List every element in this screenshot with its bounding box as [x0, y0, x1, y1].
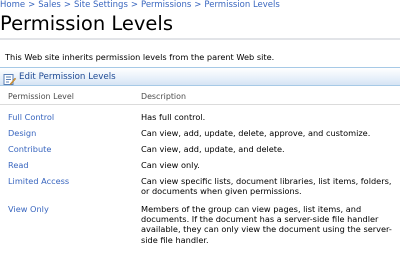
- permission-level-link[interactable]: Full Control: [8, 112, 54, 122]
- permission-description: Has full control.: [141, 112, 206, 122]
- edit-list-icon: [3, 71, 17, 86]
- permission-level-link[interactable]: View Only: [8, 204, 49, 214]
- breadcrumb-separator: >: [63, 0, 71, 10]
- table-header: Permission Level Description: [0, 88, 400, 105]
- edit-permission-levels-button[interactable]: Edit Permission Levels: [3, 71, 116, 86]
- column-header-description: Description: [141, 92, 186, 101]
- breadcrumb-current: Permission Levels: [204, 0, 280, 10]
- column-header-permission-level: Permission Level: [8, 92, 74, 101]
- permission-description: Can view only.: [141, 160, 200, 170]
- breadcrumb: Home > Sales > Site Settings > Permissions > Per…: [0, 0, 280, 11]
- permission-level-link[interactable]: Design: [8, 128, 36, 138]
- breadcrumb-site-settings[interactable]: Site Settings: [74, 0, 128, 10]
- breadcrumb-separator: >: [28, 0, 36, 10]
- permission-level-link[interactable]: Contribute: [8, 144, 51, 154]
- toolbar: Edit Permission Levels: [0, 67, 400, 86]
- title-divider: [0, 38, 400, 40]
- edit-permission-levels-label: Edit Permission Levels: [19, 72, 116, 82]
- breadcrumb-permissions[interactable]: Permissions: [141, 0, 191, 10]
- breadcrumb-home[interactable]: Home: [0, 0, 25, 10]
- permission-level-link[interactable]: Limited Access: [8, 176, 69, 186]
- breadcrumb-sales[interactable]: Sales: [38, 0, 61, 10]
- page-title: Permission Levels: [0, 12, 174, 35]
- permission-description: Can view specific lists, document librar…: [141, 176, 392, 197]
- permission-level-link[interactable]: Read: [8, 160, 29, 170]
- permission-description: Can view, add, update, delete, approve, …: [141, 128, 371, 138]
- permission-description: Can view, add, update, and delete.: [141, 144, 285, 154]
- breadcrumb-separator: >: [194, 0, 202, 10]
- breadcrumb-separator: >: [130, 0, 138, 10]
- permission-description: Members of the group can view pages, lis…: [141, 204, 392, 245]
- inherit-message: This Web site inherits permission levels…: [5, 52, 275, 62]
